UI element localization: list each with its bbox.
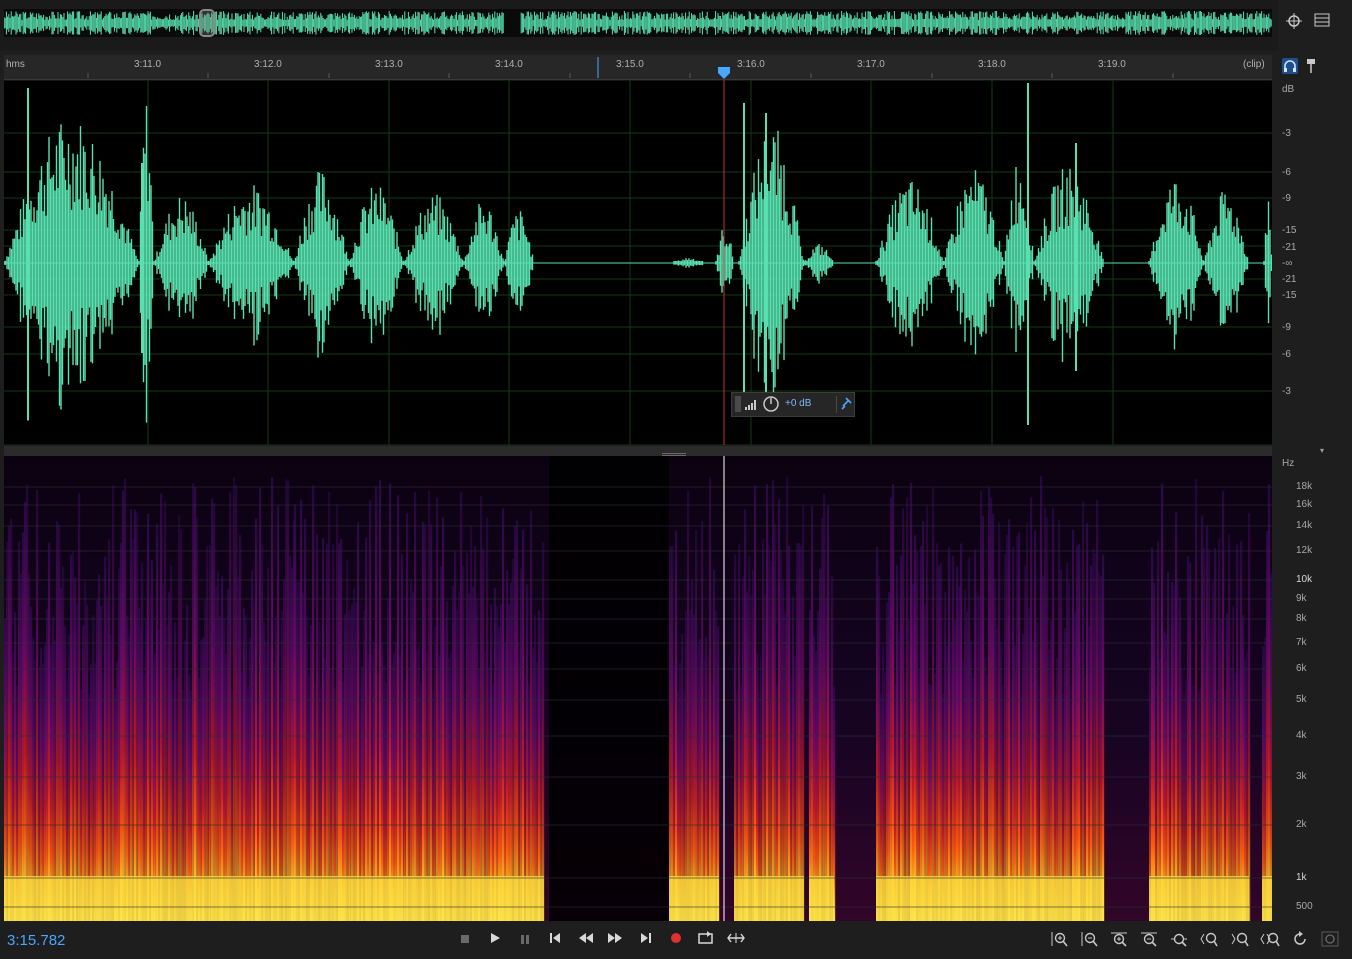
chevron-down-icon[interactable]: ▾ bbox=[1320, 446, 1332, 456]
db-label: -∞ bbox=[1282, 258, 1293, 269]
zoom-selection-icon[interactable] bbox=[1258, 931, 1282, 949]
hz-label: 2k bbox=[1296, 819, 1307, 830]
db-unit-label: dB bbox=[1282, 84, 1295, 95]
hz-label: 4k bbox=[1296, 730, 1307, 741]
db-label: -6 bbox=[1282, 349, 1291, 360]
zoom-out-time-icon[interactable] bbox=[1137, 931, 1161, 949]
zoom-in-at-end-icon[interactable] bbox=[1228, 931, 1252, 949]
current-time-display[interactable]: 3:15.782 bbox=[7, 932, 65, 949]
go-to-start-button[interactable] bbox=[544, 931, 566, 949]
go-to-end-button[interactable] bbox=[635, 931, 657, 949]
marker-pin-icon[interactable] bbox=[1305, 58, 1317, 74]
overview-view-handle[interactable] bbox=[199, 9, 215, 37]
zoom-in-amplitude-icon[interactable] bbox=[1047, 931, 1071, 949]
hz-label: 5k bbox=[1296, 694, 1307, 705]
waveform-panel[interactable] bbox=[3, 79, 1273, 446]
frequency-scale[interactable]: Hz 18k 16k 14k 12k 10k 9k 8k 7k 6k 5k 4k… bbox=[1274, 456, 1346, 921]
hz-label: 500 bbox=[1296, 901, 1313, 912]
skip-selection-button[interactable] bbox=[725, 931, 747, 949]
volume-hud[interactable]: +0 dB bbox=[731, 392, 855, 417]
zoom-in-at-start-icon[interactable] bbox=[1197, 931, 1221, 949]
db-label: -3 bbox=[1282, 128, 1291, 139]
hz-label: 12k bbox=[1296, 545, 1313, 556]
play-button[interactable] bbox=[484, 931, 506, 949]
stop-button[interactable] bbox=[454, 931, 476, 949]
overview-navigator[interactable] bbox=[0, 0, 1278, 50]
hz-label: 7k bbox=[1296, 637, 1307, 648]
amplitude-scale[interactable]: dB -3 -6 -9 -15 -21 -∞ -21 -15 -9 -6 -3 bbox=[1274, 80, 1346, 445]
loop-button[interactable] bbox=[695, 931, 717, 949]
hz-label: 18k bbox=[1296, 481, 1313, 492]
hz-unit-label: Hz bbox=[1282, 458, 1295, 469]
hz-label: 3k bbox=[1296, 771, 1307, 782]
hz-label: 6k bbox=[1296, 663, 1307, 674]
hz-label: 8k bbox=[1296, 613, 1307, 624]
gain-value[interactable]: +0 dB bbox=[785, 398, 811, 409]
zoom-out-amplitude-icon[interactable] bbox=[1077, 931, 1101, 949]
rotate-scroll-icon[interactable] bbox=[1288, 931, 1312, 949]
overview-waveform[interactable] bbox=[3, 9, 1272, 37]
db-label: -6 bbox=[1282, 167, 1291, 178]
db-label: -9 bbox=[1282, 322, 1291, 333]
db-label: -21 bbox=[1282, 242, 1297, 253]
spectrogram-graphic bbox=[4, 456, 1272, 921]
hud-divider bbox=[836, 396, 837, 413]
hz-label: 1k bbox=[1296, 872, 1307, 883]
spectral-zoom-icon[interactable] bbox=[1318, 931, 1342, 949]
zoom-in-time-icon[interactable] bbox=[1107, 931, 1131, 949]
db-label: -15 bbox=[1282, 290, 1297, 301]
pin-icon[interactable] bbox=[840, 397, 852, 414]
hz-label: 10k bbox=[1296, 574, 1313, 585]
fast-forward-button[interactable] bbox=[604, 931, 626, 949]
zoom-full-icon[interactable] bbox=[1167, 931, 1191, 949]
panel-splitter[interactable] bbox=[4, 446, 1272, 456]
db-label: -15 bbox=[1282, 225, 1297, 236]
record-button[interactable] bbox=[665, 931, 687, 949]
playhead-marker[interactable] bbox=[717, 66, 731, 80]
volume-knob-icon[interactable] bbox=[762, 395, 780, 416]
waveform-graphic bbox=[3, 79, 1273, 446]
rewind-button[interactable] bbox=[575, 931, 597, 949]
panel-menu-icon[interactable] bbox=[1311, 12, 1333, 34]
overview-waveform-graphic bbox=[3, 11, 1272, 35]
db-label: -21 bbox=[1282, 274, 1297, 285]
zoom-navigator-icon[interactable] bbox=[1283, 12, 1305, 34]
ruler-ticks bbox=[87, 57, 1174, 78]
db-label: -9 bbox=[1282, 193, 1291, 204]
hz-label: 9k bbox=[1296, 593, 1307, 604]
time-ruler[interactable]: hms 3:11.0 3:12.0 3:13.0 3:14.0 3:15.0 3… bbox=[4, 55, 1272, 80]
hz-label: 16k bbox=[1296, 499, 1313, 510]
level-bars-icon bbox=[744, 397, 758, 414]
pause-button[interactable] bbox=[514, 931, 536, 949]
hud-grip[interactable] bbox=[735, 396, 741, 412]
headphones-icon[interactable] bbox=[1282, 58, 1298, 74]
spectral-frequency-display[interactable] bbox=[4, 456, 1272, 921]
hz-label: 14k bbox=[1296, 520, 1313, 531]
db-label: -3 bbox=[1282, 386, 1291, 397]
